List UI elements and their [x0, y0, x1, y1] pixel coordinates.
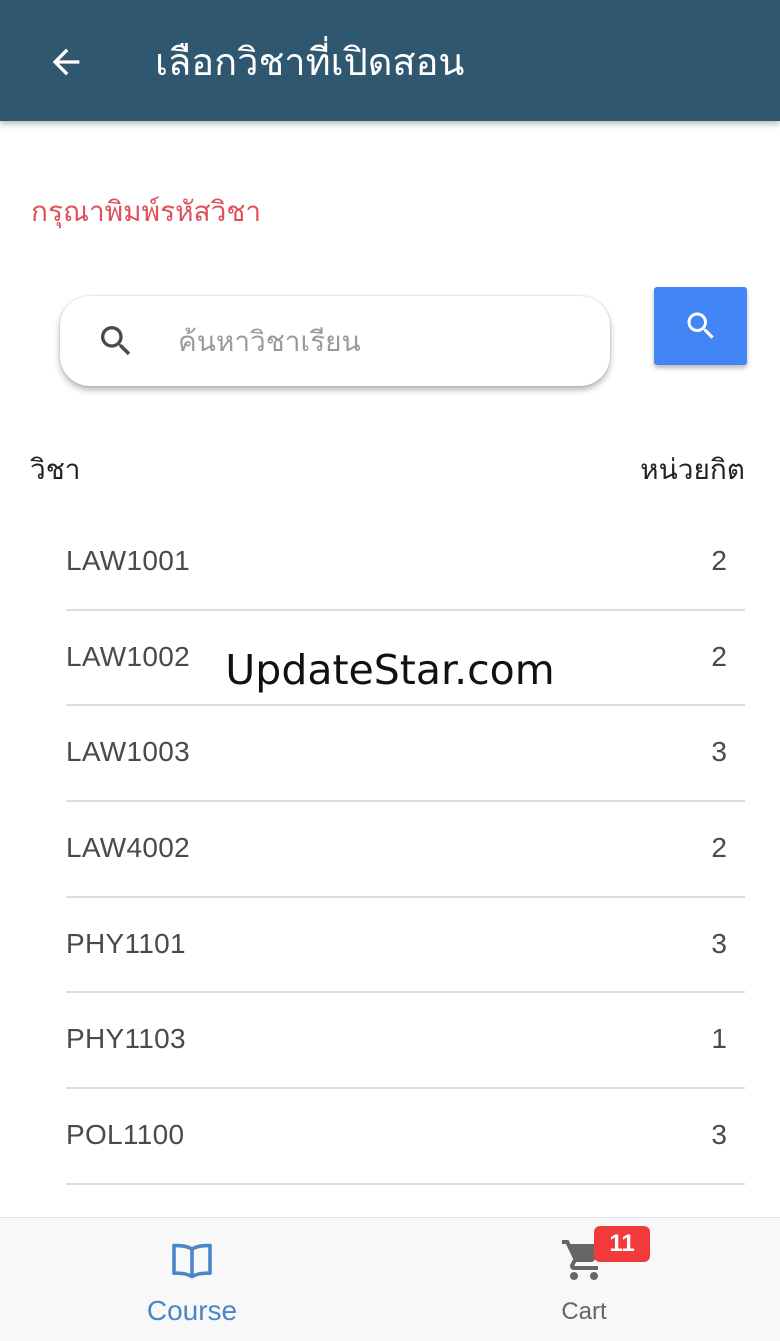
search-prompt-label: กรุณาพิมพ์รหัสวิชา [31, 195, 262, 228]
search-button[interactable] [654, 287, 747, 365]
course-credits: 2 [711, 832, 727, 864]
nav-item-course[interactable]: Course [72, 1218, 312, 1341]
table-row[interactable]: LAW1001 2 [66, 515, 745, 611]
course-list: LAW1001 2 LAW1002 2 LAW1003 3 LAW4002 2 … [66, 515, 745, 1185]
table-row[interactable]: POL1100 3 [66, 1089, 745, 1185]
course-credits: 2 [711, 545, 727, 576]
table-row[interactable]: LAW4002 2 [66, 802, 745, 898]
app-bar: เลือกวิชาที่เปิดสอน [0, 0, 780, 121]
search-box[interactable] [60, 296, 610, 386]
course-credits: 2 [711, 640, 727, 672]
course-code: POL1100 [66, 1119, 185, 1151]
table-row[interactable]: LAW1002 2 [66, 611, 745, 707]
page-title: เลือกวิชาที่เปิดสอน [155, 40, 465, 84]
book-open-icon [172, 1243, 212, 1279]
course-code: PHY1103 [66, 1023, 186, 1055]
search-icon [687, 312, 714, 339]
table-row[interactable]: PHY1101 3 [66, 898, 745, 994]
course-code: LAW1003 [66, 736, 191, 768]
course-code: LAW1002 [66, 640, 191, 672]
course-code: PHY1101 [66, 927, 186, 959]
table-row[interactable]: LAW1003 3 [66, 706, 745, 803]
course-credits: 3 [711, 927, 727, 959]
course-credits: 3 [711, 1119, 727, 1151]
column-header-credits: หน่วยกิต [640, 453, 745, 486]
cart-count-badge: 11 [594, 1226, 650, 1262]
search-icon [101, 326, 131, 356]
column-header-subject: วิชา [30, 453, 81, 486]
course-code: LAW1001 [66, 545, 191, 576]
course-credits: 3 [711, 736, 727, 768]
nav-label-cart: Cart [561, 1298, 607, 1325]
table-row[interactable]: PHY1103 1 [66, 993, 745, 1090]
course-credits: 1 [711, 1023, 727, 1055]
arrow-left-icon [52, 48, 80, 76]
nav-label-course: Course [146, 1295, 238, 1326]
nav-item-cart[interactable]: 11 Cart [464, 1218, 704, 1341]
search-input[interactable] [178, 310, 588, 372]
bottom-navigation: Course 11 Cart [0, 1217, 780, 1341]
back-button[interactable] [34, 30, 98, 94]
course-code: LAW4002 [66, 832, 191, 864]
